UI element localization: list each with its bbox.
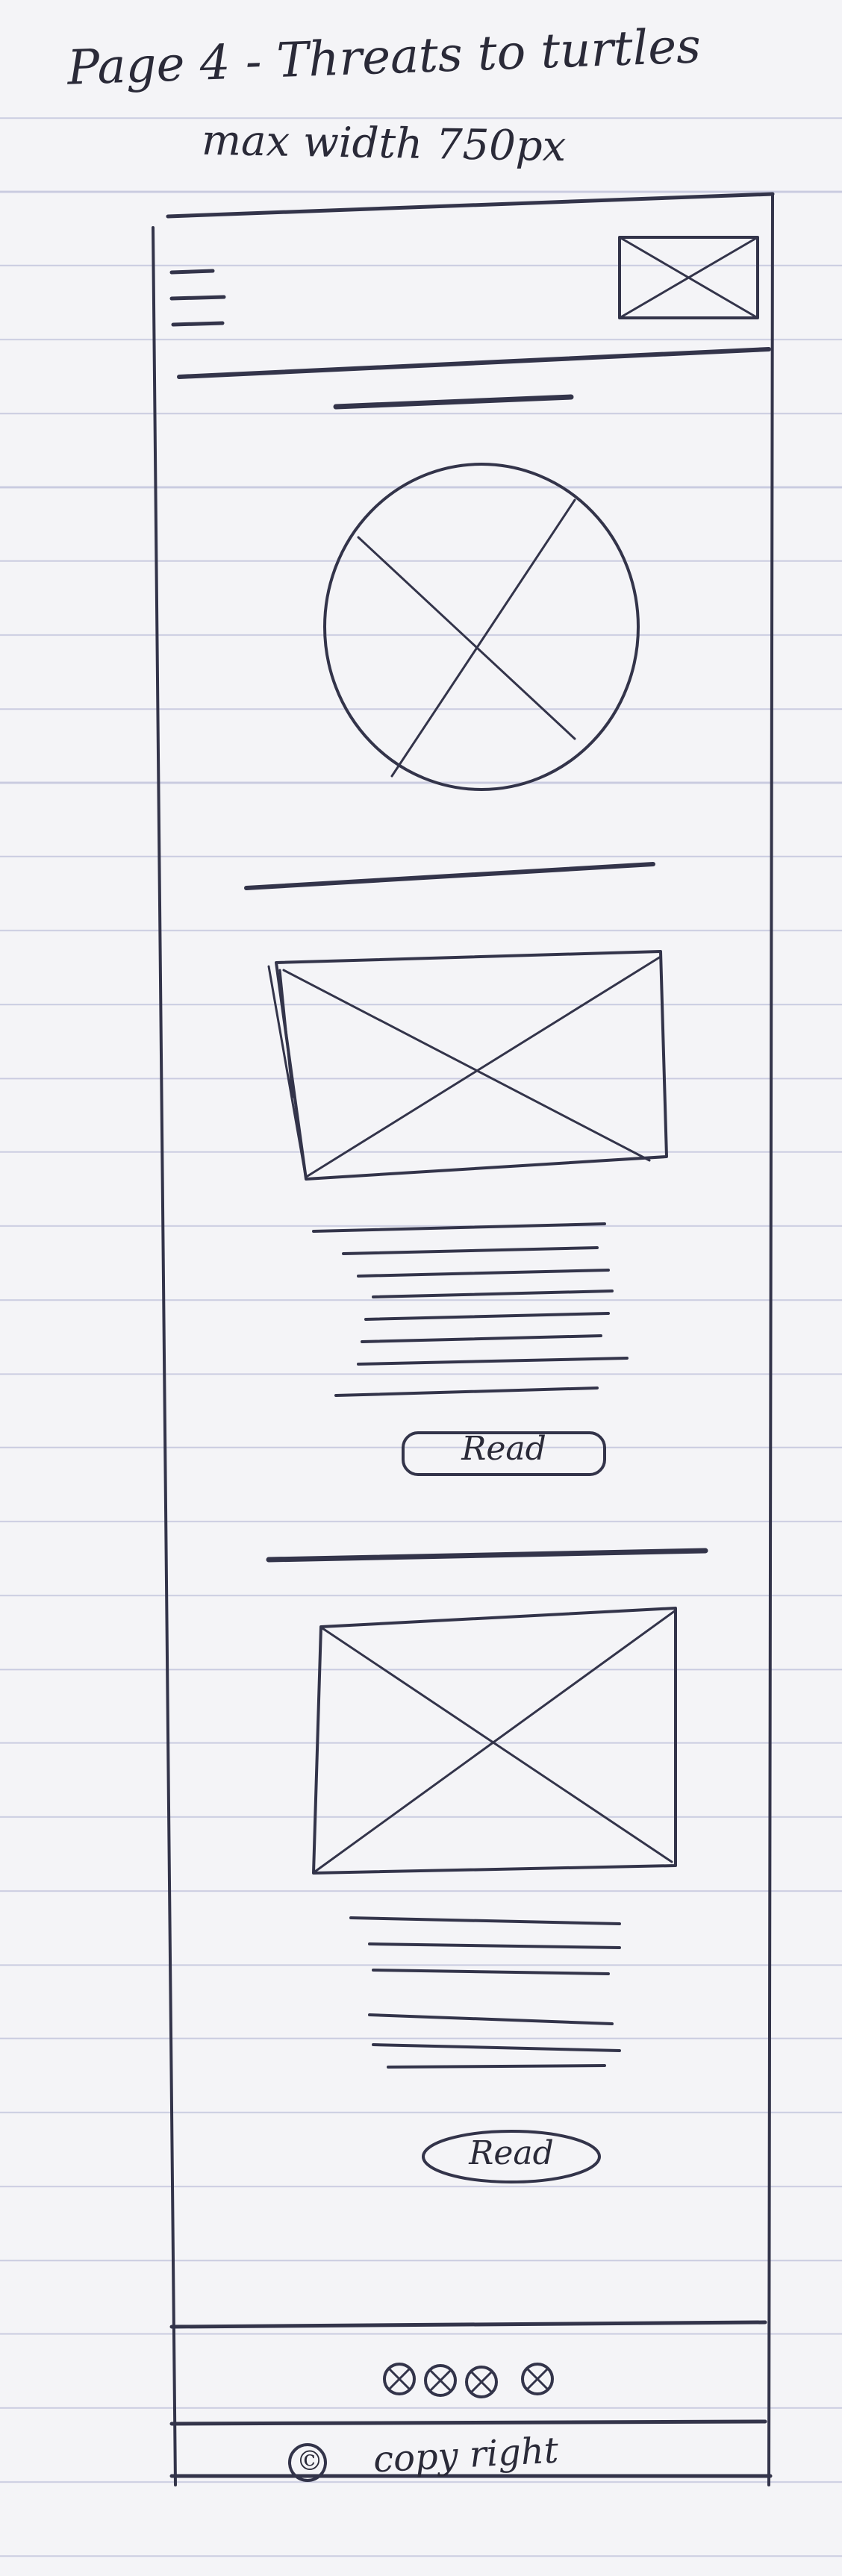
wireframe-sketch — [152, 192, 775, 2486]
social-icons-row — [383, 2363, 554, 2398]
frame-right-edge — [767, 193, 774, 2486]
social-icon[interactable] — [424, 2364, 457, 2397]
section-2-image-placeholder-icon — [267, 950, 668, 1181]
social-icon[interactable] — [383, 2363, 416, 2395]
section-3-read-button[interactable]: Read — [437, 2134, 586, 2172]
social-icon[interactable] — [521, 2363, 554, 2395]
section-1-heading — [333, 394, 574, 410]
footer-top-divider — [169, 2320, 767, 2329]
footer-middle-divider — [169, 2419, 767, 2426]
section-3-text-lines — [349, 1916, 621, 2069]
section-2-heading — [244, 862, 655, 890]
section-3-heading — [266, 1548, 708, 1563]
section-2-read-button[interactable]: Read — [418, 1430, 590, 1468]
circle-image-placeholder-icon — [323, 463, 640, 791]
frame-top-edge — [166, 192, 775, 219]
section-3-image-placeholder-icon — [312, 1607, 677, 1875]
logo-placeholder-icon — [618, 236, 759, 319]
header-divider — [177, 347, 771, 379]
social-icon[interactable] — [465, 2366, 498, 2398]
copyright-symbol: © — [296, 2446, 323, 2477]
hamburger-menu-icon[interactable] — [169, 269, 226, 327]
section-2-text-lines — [312, 1222, 629, 1397]
frame-left-edge — [152, 226, 177, 2486]
